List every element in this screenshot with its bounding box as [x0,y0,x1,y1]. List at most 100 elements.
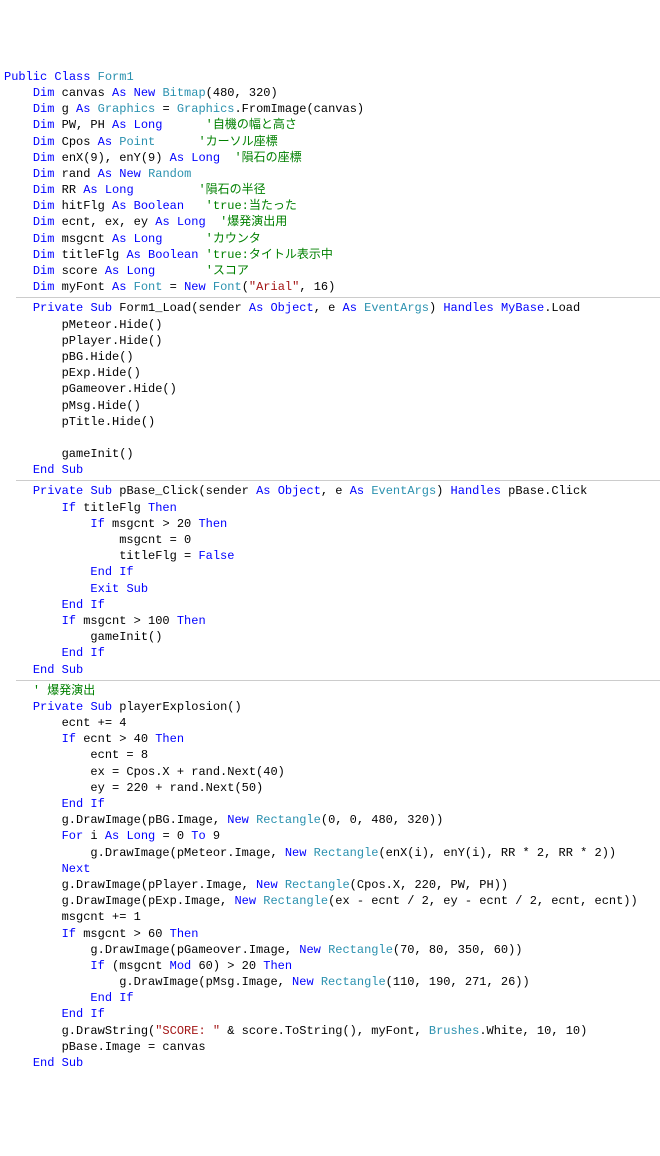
code-token: Form1 [98,70,134,84]
code-line: msgcnt = 0 [4,532,660,548]
code-token: 9 [206,829,220,843]
code-token: Dim [33,183,55,197]
code-token: Graphics [98,102,156,116]
code-line: Public Class Form1 [4,69,660,85]
code-line: Dim enX(9), enY(9) As Long '隕石の座標 [4,150,660,166]
code-line: gameInit() [4,629,660,645]
code-token: ' 爆発演出 [33,684,95,698]
code-token: (ex - ecnt / 2, ey - ecnt / 2, ecnt, ecn… [328,894,638,908]
code-token: = 0 [155,829,191,843]
code-line: If msgcnt > 100 Then [4,613,660,629]
code-token: New [299,943,321,957]
code-token: As [112,280,126,294]
code-token [314,975,321,989]
code-line: Dim score As Long 'スコア [4,263,660,279]
code-token: score [54,264,104,278]
code-token: Then [177,614,206,628]
code-line: titleFlg = False [4,548,660,564]
code-token: msgcnt > 60 [76,927,170,941]
code-token: PW, PH [54,118,112,132]
code-token: , 16) [299,280,335,294]
code-token [126,199,133,213]
code-token [198,248,205,262]
code-token [270,484,277,498]
code-token [162,118,205,132]
code-token [278,878,285,892]
code-token: (Cpos.X, 220, PW, PH)) [350,878,508,892]
code-token: (msgcnt [105,959,170,973]
code-token [54,1056,61,1070]
code-token: Dim [33,248,55,262]
code-token: (enX(i), enY(i), RR * 2, RR * 2)) [378,846,616,860]
code-token: As [126,248,140,262]
code-line: End Sub [4,462,660,478]
code-line: End If [4,597,660,613]
code-token: Rectangle [328,943,393,957]
code-token: Object [270,301,313,315]
code-line: Private Sub pBase_Click(sender As Object… [4,483,660,499]
code-token: Then [198,517,227,531]
code-token: titleFlg [54,248,126,262]
code-token: Long [134,118,163,132]
code-token: enX(9), enY(9) [54,151,169,165]
code-token: For [62,829,84,843]
code-line: pPlayer.Hide() [4,333,660,349]
code-token [220,151,234,165]
code-token: Rectangle [321,975,386,989]
code-token: pPlayer.Hide() [62,334,163,348]
code-token [54,663,61,677]
code-token [162,232,205,246]
code-token: As [112,232,126,246]
code-token: 'カーソル座標 [198,135,277,149]
code-token: Dim [33,215,55,229]
code-token: "SCORE: " [155,1024,220,1038]
code-line: End If [4,645,660,661]
code-line: Dim myFont As Font = New Font("Arial", 1… [4,279,660,295]
code-token: ex = Cpos.X + rand.Next(40) [90,765,284,779]
code-line: g.DrawImage(pBG.Image, New Rectangle(0, … [4,812,660,828]
code-token: .White, 10, 10) [479,1024,587,1038]
code-token: pExp.Hide() [62,366,141,380]
code-token: '自機の幅と高さ [206,118,297,132]
code-token: As [112,86,126,100]
code-token: End [62,646,84,660]
code-token [126,86,133,100]
section-divider [16,297,660,298]
code-line: If ecnt > 40 Then [4,731,660,747]
code-line: Dim RR As Long '隕石の半径 [4,182,660,198]
code-token: msgcnt > 20 [105,517,199,531]
code-token: End [90,991,112,1005]
code-token: If [119,991,133,1005]
code-line: Dim Cpos As Point 'カーソル座標 [4,134,660,150]
code-token: .Load [544,301,580,315]
code-token: Sub [90,700,112,714]
code-line: Dim msgcnt As Long 'カウンタ [4,231,660,247]
code-token: playerExplosion() [112,700,242,714]
code-token: pBG.Hide() [62,350,134,364]
code-line: If msgcnt > 60 Then [4,926,660,942]
code-token: i [83,829,105,843]
code-token: Sub [62,1056,84,1070]
code-token [98,183,105,197]
code-token: msgcnt [54,232,112,246]
code-line: For i As Long = 0 To 9 [4,828,660,844]
code-token: End [33,663,55,677]
code-token: As [98,135,112,149]
code-line: g.DrawString("SCORE: " & score.ToString(… [4,1023,660,1039]
code-token: New [134,86,156,100]
code-token [494,301,501,315]
code-token: End [62,797,84,811]
code-token: EventArgs [371,484,436,498]
code-token: Cpos [54,135,97,149]
code-token: ) [436,484,450,498]
code-line: gameInit() [4,446,660,462]
code-token: pBase_Click(sender [112,484,256,498]
code-token: New [234,894,256,908]
code-line: g.DrawImage(pExp.Image, New Rectangle(ex… [4,893,660,909]
code-token: pMsg.Hide() [62,399,141,413]
code-token [126,232,133,246]
code-token: Class [54,70,90,84]
code-token: If [62,614,76,628]
code-token: If [90,598,104,612]
code-line: pBG.Hide() [4,349,660,365]
